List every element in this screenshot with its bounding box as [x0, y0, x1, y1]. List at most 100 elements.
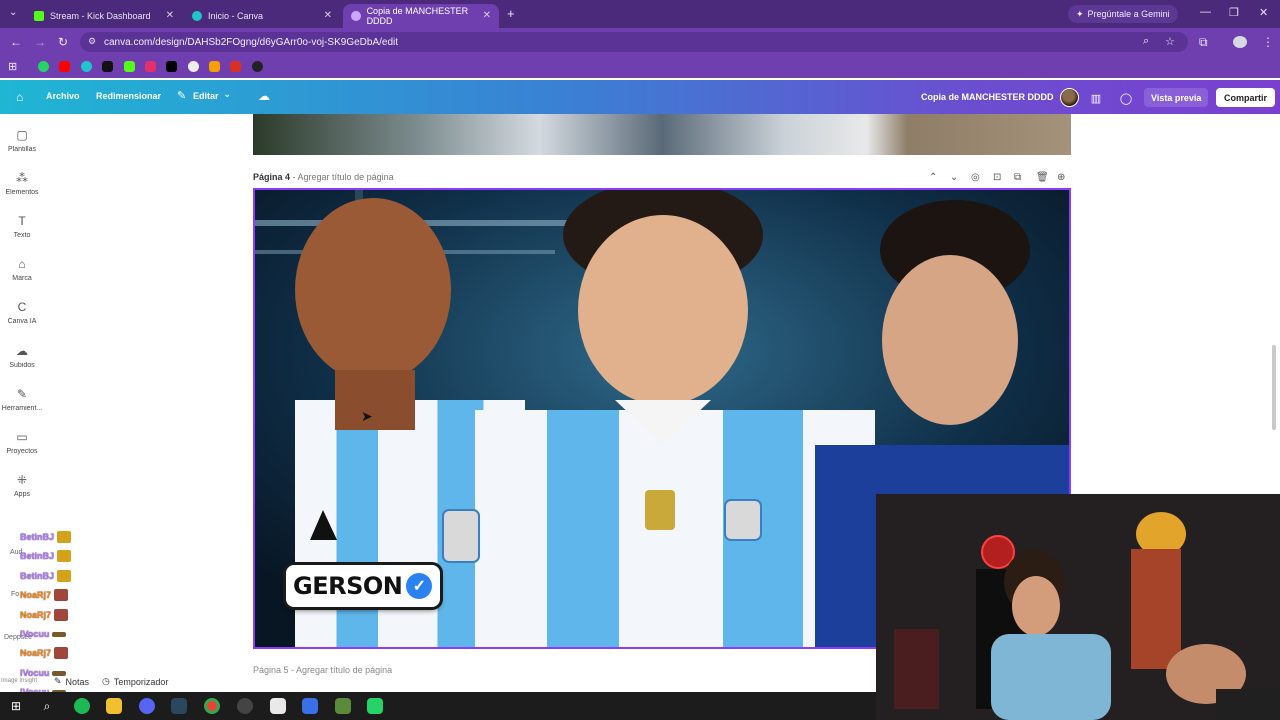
tab-kick-dashboard[interactable]: Stream - Kick Dashboard ✕ [26, 4, 182, 28]
back-icon[interactable]: ← [10, 35, 22, 49]
left-sidebar: ▢ Plantillas ⁂ Elementos T Texto ⌂ Marca… [0, 114, 44, 692]
extensions-icon[interactable]: ⧉ [1199, 35, 1208, 50]
sidebar-item-herramientas[interactable]: ✎ Herramient... [0, 387, 44, 412]
new-tab-icon[interactable]: + [507, 6, 515, 21]
avatar[interactable] [1060, 88, 1079, 107]
timer-button[interactable]: ◷ Temporizador [102, 676, 168, 687]
chevron-down-icon[interactable]: ⌄ [223, 89, 231, 100]
whatsapp-icon[interactable] [367, 698, 383, 714]
editar-menu[interactable]: Editar [193, 91, 219, 101]
obs-icon[interactable] [237, 698, 253, 714]
chatgpt-icon[interactable] [188, 61, 199, 72]
design-title[interactable]: Copia de MANCHESTER DDDD [921, 92, 1054, 102]
notes-button[interactable]: ✎ Notas [54, 676, 89, 687]
comment-icon[interactable]: ◯ [1116, 88, 1136, 108]
tab-search-icon[interactable]: ⌄ [9, 7, 17, 18]
close-icon[interactable]: ✕ [166, 10, 174, 21]
sidebar-item-texto[interactable]: T Texto [0, 214, 44, 239]
file-explorer-icon[interactable] [106, 698, 122, 714]
tab-canva-design[interactable]: Copia de MANCHESTER DDDD ✕ [343, 4, 499, 28]
kick-icon[interactable] [124, 61, 135, 72]
gemini-button[interactable]: ✦ Pregúntale a Gemini [1068, 5, 1178, 23]
chevron-up-icon[interactable]: ⌃ [929, 172, 937, 183]
archivo-menu[interactable]: Archivo [46, 91, 80, 101]
chrome-icon[interactable] [204, 698, 220, 714]
sidebar-item-label: Elementos [5, 189, 39, 196]
vertical-scrollbar[interactable] [1272, 345, 1276, 430]
youtube-icon[interactable] [59, 61, 70, 72]
sidebar-item-fotos[interactable]: Fo [11, 591, 19, 598]
sidebar-item-label: Canva IA [7, 318, 37, 325]
share-button[interactable]: Compartir [1216, 88, 1276, 107]
tiktok-icon[interactable] [102, 61, 113, 72]
chevron-down-icon[interactable]: ⌄ [950, 172, 958, 183]
x-icon[interactable] [166, 61, 177, 72]
preview-button[interactable]: Vista previa [1144, 88, 1209, 107]
app-icon[interactable] [270, 698, 286, 714]
bookmark-star-icon[interactable]: ☆ [1165, 35, 1175, 48]
redimensionar-button[interactable]: Redimensionar [96, 91, 161, 101]
trash-icon[interactable]: 🗑 [1036, 172, 1049, 183]
hide-icon[interactable]: ◎ [971, 172, 980, 183]
site-info-icon[interactable]: ⚙ [88, 36, 96, 47]
sidebar-item-apps[interactable]: ⁜ Apps [0, 473, 44, 498]
verified-check-icon: ✓ [406, 573, 433, 599]
canva-icon [351, 11, 361, 21]
gerson-name-tag[interactable]: GERSON ✓ [286, 565, 440, 607]
lock-icon[interactable]: ⊡ [993, 172, 1001, 183]
windows-taskbar: ⊞ ⌕ [0, 692, 876, 720]
app-icon[interactable] [302, 698, 318, 714]
sidebar-item-proyectos[interactable]: ▭ Proyectos [0, 430, 44, 455]
chat-username: BetinBJ [20, 571, 55, 581]
restore-icon[interactable]: ❐ [1229, 6, 1239, 19]
discord-icon[interactable] [139, 698, 155, 714]
insights-icon[interactable]: ▥ [1086, 88, 1106, 108]
sidebar-item-plantillas[interactable]: ▢ Plantillas [0, 128, 44, 153]
add-page-icon[interactable]: ⊕ [1057, 172, 1065, 183]
text-icon: T [18, 214, 26, 228]
sidebar-item-canva-ia[interactable]: C Canva IA [0, 300, 44, 325]
sidebar-item-marca[interactable]: ⌂ Marca [0, 257, 44, 282]
zoom-icon[interactable]: ⌕ [1143, 35, 1149, 48]
reload-icon[interactable]: ↻ [58, 35, 68, 49]
page-title[interactable]: Página 4 - Agregar título de página [253, 172, 394, 182]
url-field[interactable]: ⚙ canva.com/design/DAHSb2FOgng/d6yGArr0o… [80, 32, 1188, 52]
minecraft-icon[interactable] [335, 698, 351, 714]
browser-tab-strip: ⌄ Stream - Kick Dashboard ✕ Inicio - Can… [0, 0, 1280, 28]
notes-label: Notas [65, 676, 90, 687]
gmail-icon[interactable] [230, 61, 241, 72]
instagram-icon[interactable] [145, 61, 156, 72]
steam-icon[interactable] [171, 698, 187, 714]
cloud-saved-icon[interactable]: ☁ [258, 89, 270, 103]
close-icon[interactable]: ✕ [483, 10, 491, 21]
home-icon[interactable]: ⌂ [16, 90, 23, 104]
whatsapp-icon[interactable] [38, 61, 49, 72]
page-number: Página 4 [253, 172, 291, 182]
tab-canva-inicio[interactable]: Inicio - Canva ✕ [184, 4, 340, 28]
apps-grid-icon[interactable]: ⊞ [8, 60, 17, 73]
windows-start-icon[interactable]: ⊞ [8, 698, 24, 714]
spotify-icon[interactable] [74, 698, 90, 714]
threads-icon[interactable] [252, 61, 263, 72]
forward-icon[interactable]: → [34, 35, 46, 49]
canva-icon[interactable] [81, 61, 92, 72]
elements-icon: ⁂ [16, 171, 28, 185]
minimize-icon[interactable]: — [1200, 6, 1211, 18]
previous-page-thumbnail[interactable] [253, 114, 1071, 155]
webcam-feed [876, 494, 1280, 720]
sidebar-item-elementos[interactable]: ⁂ Elementos [0, 171, 44, 196]
chat-message: NoaRj7 [20, 608, 69, 622]
close-window-icon[interactable]: ✕ [1259, 6, 1268, 19]
page-title-placeholder[interactable]: - Agregar título de página [293, 172, 394, 182]
tab-title: Inicio - Canva [208, 11, 264, 21]
profile-avatar[interactable] [1233, 36, 1247, 48]
emote-icon [54, 589, 69, 601]
tools-icon: ✎ [16, 387, 28, 401]
close-icon[interactable]: ✕ [324, 10, 332, 21]
search-icon[interactable]: ⌕ [39, 698, 55, 714]
menu-icon[interactable]: ⋮ [1262, 35, 1274, 49]
sidebar-item-subidos[interactable]: ☁ Subidos [0, 344, 44, 369]
gemini-icon: ✦ [1076, 8, 1084, 19]
duplicate-icon[interactable]: ⧉ [1014, 172, 1021, 183]
bookmark-icon[interactable] [209, 61, 220, 72]
